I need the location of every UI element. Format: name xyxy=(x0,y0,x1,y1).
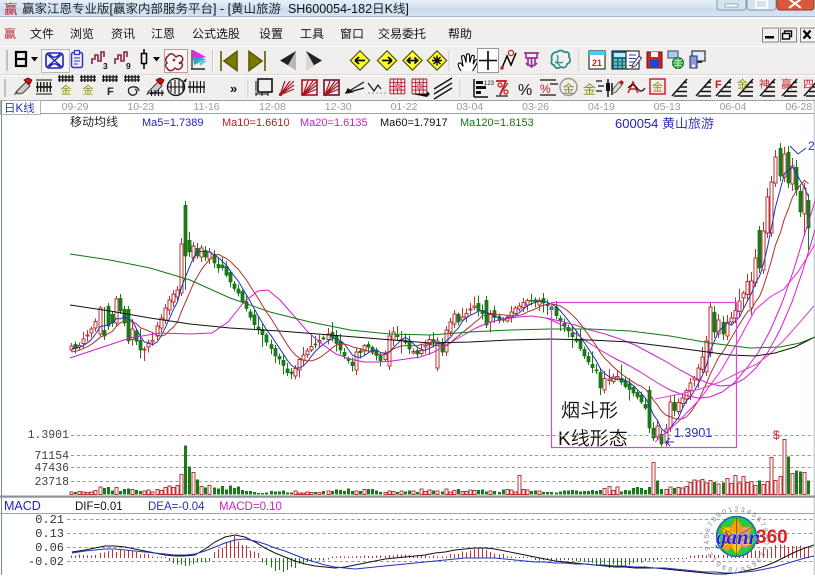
svg-text:Ma120=1.8153: Ma120=1.8153 xyxy=(460,117,534,129)
svg-text:Ma5=1.7389: Ma5=1.7389 xyxy=(142,117,203,129)
svg-text:-0.02: -0.02 xyxy=(28,555,64,569)
svg-text:23718: 23718 xyxy=(34,476,69,489)
svg-text:2: 2 xyxy=(808,139,815,153)
svg-text:06-28: 06-28 xyxy=(785,101,812,113)
svg-text:01-22: 01-22 xyxy=(391,101,418,113)
svg-text:[: [ xyxy=(110,2,114,16)
svg-text:123: 123 xyxy=(484,81,495,87)
svg-text:%: % xyxy=(518,82,532,99)
svg-text:K: K xyxy=(16,103,24,115)
svg-text:%: % xyxy=(540,82,551,96)
svg-text:»: » xyxy=(230,81,237,96)
svg-text:06-04: 06-04 xyxy=(720,101,747,113)
svg-text:DIF=0.01: DIF=0.01 xyxy=(75,501,123,513)
svg-text:12-30: 12-30 xyxy=(325,101,352,113)
svg-text:7: 7 xyxy=(734,566,738,573)
svg-text:MACD=0.10: MACD=0.10 xyxy=(219,501,282,513)
svg-text:Ma60=1.7917: Ma60=1.7917 xyxy=(380,117,448,129)
svg-text:0.13: 0.13 xyxy=(35,527,64,541)
svg-text:DEA=-0.04: DEA=-0.04 xyxy=(148,501,205,513)
svg-text:0.21: 0.21 xyxy=(35,513,64,527)
svg-text:09-29: 09-29 xyxy=(62,101,89,113)
svg-text:1.3901: 1.3901 xyxy=(28,429,70,442)
svg-text:K: K xyxy=(385,2,394,16)
svg-text:03-04: 03-04 xyxy=(456,101,483,113)
svg-text:12-08: 12-08 xyxy=(259,101,286,113)
svg-text:11-16: 11-16 xyxy=(194,101,220,113)
svg-text:600054: 600054 xyxy=(615,116,662,131)
svg-text:2: 2 xyxy=(735,507,739,514)
svg-text:03-26: 03-26 xyxy=(522,101,549,113)
svg-text:21: 21 xyxy=(592,58,602,68)
svg-text:]: ] xyxy=(405,2,408,16)
svg-text:$: $ xyxy=(773,428,780,442)
svg-text:1.3901: 1.3901 xyxy=(674,426,712,440)
svg-text:04-19: 04-19 xyxy=(588,101,615,113)
svg-text:47436: 47436 xyxy=(34,462,69,475)
svg-text:] - [: ] - [ xyxy=(213,2,232,16)
svg-text:MACD: MACD xyxy=(4,499,41,513)
svg-text:05-13: 05-13 xyxy=(654,101,681,113)
svg-text:K: K xyxy=(558,429,571,450)
svg-text:SH600054-182: SH600054-182 xyxy=(281,2,372,16)
svg-text:0.06: 0.06 xyxy=(35,541,64,555)
svg-text:Ma10=1.6610: Ma10=1.6610 xyxy=(222,117,290,129)
svg-text:10-23: 10-23 xyxy=(127,101,154,113)
svg-text:9: 9 xyxy=(126,61,131,71)
svg-text:360: 360 xyxy=(756,527,788,548)
svg-text:gann: gann xyxy=(715,525,760,549)
svg-text:3: 3 xyxy=(103,61,108,71)
svg-text:Ma20=1.6135: Ma20=1.6135 xyxy=(300,117,368,129)
svg-text:F: F xyxy=(715,79,722,91)
svg-text:F: F xyxy=(107,86,114,98)
